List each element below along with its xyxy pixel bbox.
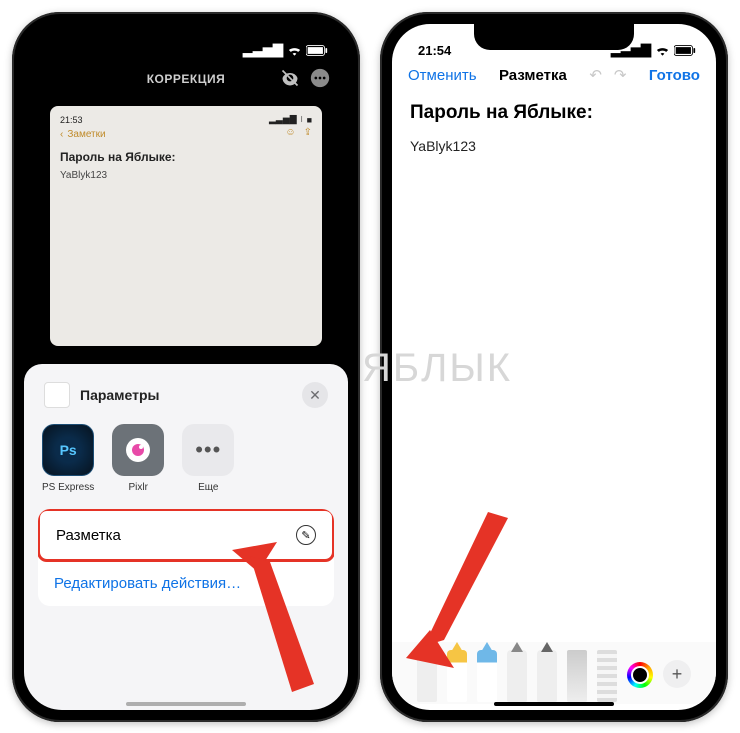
lasso-tool[interactable] [567,650,587,702]
wifi-icon [287,44,302,56]
annotation-arrow [222,542,332,692]
wifi-icon [655,44,670,56]
notch [106,24,266,50]
edit-topbar: КОРРЕКЦИЯ [24,60,348,98]
phone-left: ▂▃▅▇ КОРРЕКЦИЯ 21:53 ▂▃▅▇⧙■ ‹ [12,12,360,722]
chevron-left-icon: ‹ [60,129,63,140]
battery-icon [674,45,696,56]
edit-actions-label: Редактировать действия… [54,575,241,592]
plus-icon: + [672,664,683,685]
app-label: PS Express [42,482,94,493]
app-label: Еще [198,482,218,493]
preview-heading: Пароль на Яблыке: [60,150,312,164]
more-icon[interactable] [310,68,330,88]
app-label: Pixlr [129,482,148,493]
cancel-button[interactable]: Отменить [408,67,477,84]
people-icon: ☺ [285,127,295,138]
eraser-tool[interactable] [537,650,557,702]
sheet-title: Параметры [80,387,160,403]
app-ps-express[interactable]: Ps PS Express [42,424,94,493]
add-button[interactable]: + [663,660,691,688]
preview-text: YaBlyk123 [60,170,312,181]
color-picker[interactable] [627,662,653,688]
pixlr-icon [112,424,164,476]
battery-icon [306,45,328,56]
share-icon: ⇪ [304,127,312,138]
notes-back: ‹ Заметки [60,129,106,140]
undo-icon[interactable]: ↶ [589,66,602,84]
app-more[interactable]: ••• Еще [182,424,234,493]
page-title: Разметка [499,67,567,84]
status-time: 21:54 [418,43,451,58]
screenshot-preview[interactable]: 21:53 ▂▃▅▇⧙■ ‹ Заметки ☺ ⇪ Пароль на Ябл… [50,106,322,346]
note-text: YaBlyk123 [410,138,698,154]
redo-icon[interactable]: ↷ [614,66,627,84]
visibility-off-icon[interactable] [280,68,300,88]
markup-canvas[interactable]: Пароль на Яблыке: YaBlyk123 [392,90,716,166]
notch [474,24,634,50]
page-title: КОРРЕКЦИЯ [147,72,226,86]
more-apps-icon: ••• [182,424,234,476]
share-apps: Ps PS Express Pixlr ••• Еще [38,420,334,509]
home-indicator[interactable] [494,702,614,706]
note-heading: Пароль на Яблыке: [410,102,698,124]
app-pixlr[interactable]: Pixlr [112,424,164,493]
annotation-arrow [400,512,520,672]
phone-right: 21:54 ▂▃▅▇ Отменить Разметка ↶ ↷ Готово … [380,12,728,722]
preview-status: ▂▃▅▇⧙■ [269,114,312,125]
ps-express-icon: Ps [42,424,94,476]
preview-time: 21:53 [60,115,83,125]
close-icon: ✕ [309,387,321,404]
close-button[interactable]: ✕ [302,382,328,408]
ruler-tool[interactable] [597,650,617,702]
done-button[interactable]: Готово [649,67,700,84]
markup-header: Отменить Разметка ↶ ↷ Готово [392,60,716,90]
markup-label: Разметка [56,527,121,544]
preview-thumb [44,382,70,408]
home-indicator[interactable] [126,702,246,706]
